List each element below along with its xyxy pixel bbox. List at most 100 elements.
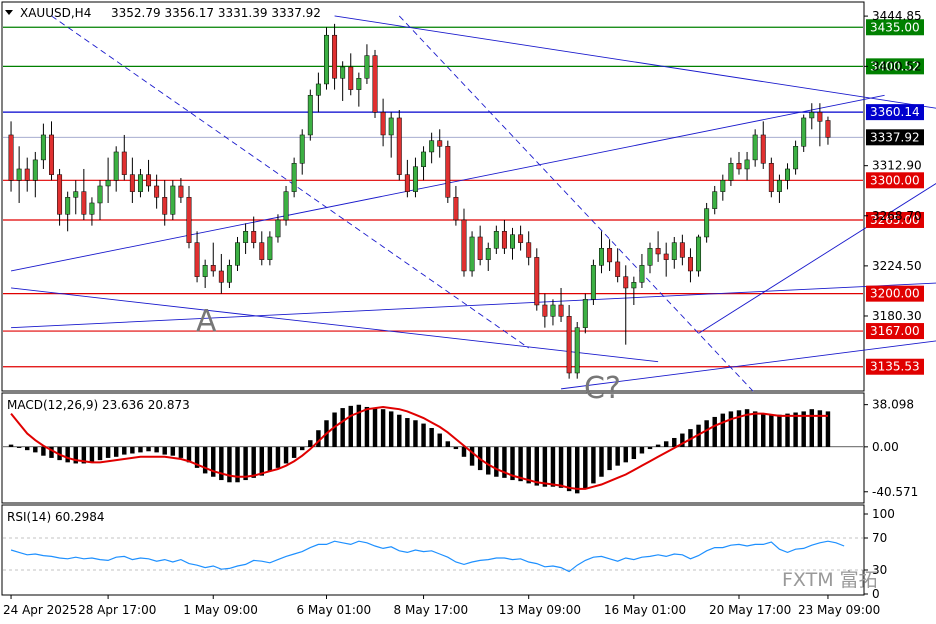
macd-bar: [275, 446, 281, 468]
wave-label-c: C?: [584, 371, 621, 406]
candle-body: [679, 242, 685, 258]
macd-bar: [574, 446, 580, 494]
candle-body: [526, 242, 532, 258]
candle-body: [429, 140, 435, 153]
xauusd-chart: 3435.003400.523360.143300.003265.003200.…: [1, 1, 936, 617]
candle-body: [469, 236, 475, 272]
price-tick-label: 3180.30: [872, 309, 922, 323]
candle-body: [412, 166, 418, 192]
candle-body: [235, 242, 240, 266]
price-panel: [1, 1, 865, 392]
macd-bar: [405, 418, 410, 447]
candle-body: [194, 242, 200, 277]
macd-bar: [672, 437, 677, 447]
candle-body: [485, 248, 491, 260]
candle-body: [324, 34, 329, 85]
candle-body: [607, 248, 613, 263]
candle-body: [259, 242, 265, 260]
candle-body: [226, 265, 232, 283]
macd-bar: [558, 446, 564, 488]
candle-body: [728, 163, 734, 181]
candle-body: [550, 304, 556, 317]
macd-bar: [8, 444, 14, 447]
candle-body: [793, 146, 799, 170]
macd-bar: [486, 446, 491, 475]
macd-bar: [33, 446, 38, 453]
macd-bar: [761, 413, 766, 447]
x-tick-label: 20 May 17:00: [709, 603, 791, 617]
macd-bar: [704, 420, 709, 447]
candle-body: [736, 163, 742, 170]
macd-bar: [728, 411, 734, 447]
candle-body: [655, 248, 661, 255]
macd-bar: [16, 446, 22, 448]
x-tick-label: 8 May 17:00: [394, 603, 469, 617]
macd-bar: [550, 446, 556, 487]
x-tick-label: 1 May 09:00: [183, 603, 258, 617]
candle-body: [97, 185, 103, 204]
candle-body: [582, 299, 588, 328]
candle-body: [461, 219, 467, 272]
price-tick-label: 3312.90: [872, 159, 922, 173]
candle-body: [825, 120, 831, 138]
candle-body: [364, 55, 370, 79]
candle-body: [768, 163, 774, 192]
macd-bar: [494, 446, 499, 477]
candle-body: [445, 146, 451, 198]
candle-body: [154, 185, 160, 198]
candle-body: [299, 134, 305, 164]
candle-body: [356, 78, 362, 90]
macd-bar: [251, 446, 256, 478]
macd-bar: [429, 428, 434, 447]
candle-body: [388, 117, 394, 136]
price-tick-label: 3400.52: [872, 59, 922, 73]
macd-bar: [332, 412, 337, 447]
candle-body: [501, 231, 507, 249]
macd-bar: [291, 446, 297, 458]
candle-body: [380, 112, 386, 136]
macd-tick-label: 0.00: [872, 440, 899, 454]
candle-body: [275, 219, 281, 238]
symbol-title: XAUUSD,H4: [20, 6, 91, 20]
price-tick-label: 3268.70: [872, 209, 922, 223]
level-tag-3360.14: 3360.14: [870, 105, 920, 119]
candle-body: [599, 248, 604, 266]
candle-body: [81, 191, 87, 215]
candle-body: [210, 265, 216, 272]
macd-bar: [769, 414, 774, 447]
rsi-panel: [1, 504, 865, 596]
x-tick-label: 16 May 01:00: [604, 603, 686, 617]
candle-body: [8, 134, 14, 181]
candle-body: [801, 117, 807, 147]
rsi-tick-label: 70: [872, 531, 887, 545]
candle-body: [776, 180, 782, 192]
price-tick-label: 3444.85: [872, 9, 922, 23]
macd-bar: [445, 441, 451, 447]
macd-bar: [655, 444, 661, 447]
ohlc-values: 3352.79 3356.17 3331.39 3337.92: [111, 6, 321, 20]
candle-body: [396, 117, 402, 175]
macd-bar: [542, 446, 548, 487]
candle-body: [113, 151, 119, 181]
macd-bar: [607, 446, 612, 471]
candle-body: [687, 257, 693, 272]
macd-bar: [534, 446, 540, 486]
candle-body: [421, 151, 427, 167]
candle-body: [162, 197, 168, 215]
candle-body: [218, 270, 224, 283]
macd-bar: [639, 446, 645, 454]
macd-bar: [413, 420, 418, 447]
candle-body: [57, 174, 63, 215]
rsi-tick-label: 100: [872, 507, 895, 521]
macd-bar: [461, 446, 467, 457]
candle-body: [146, 174, 152, 187]
macd-bar: [469, 446, 475, 466]
candle-body: [243, 231, 249, 243]
macd-bar: [453, 446, 459, 450]
macd-bar: [65, 446, 70, 463]
candle-body: [283, 191, 289, 221]
level-tag-3135.53: 3135.53: [870, 360, 920, 374]
candle-body: [315, 83, 321, 96]
macd-bar: [566, 446, 572, 492]
candle-body: [65, 197, 71, 215]
